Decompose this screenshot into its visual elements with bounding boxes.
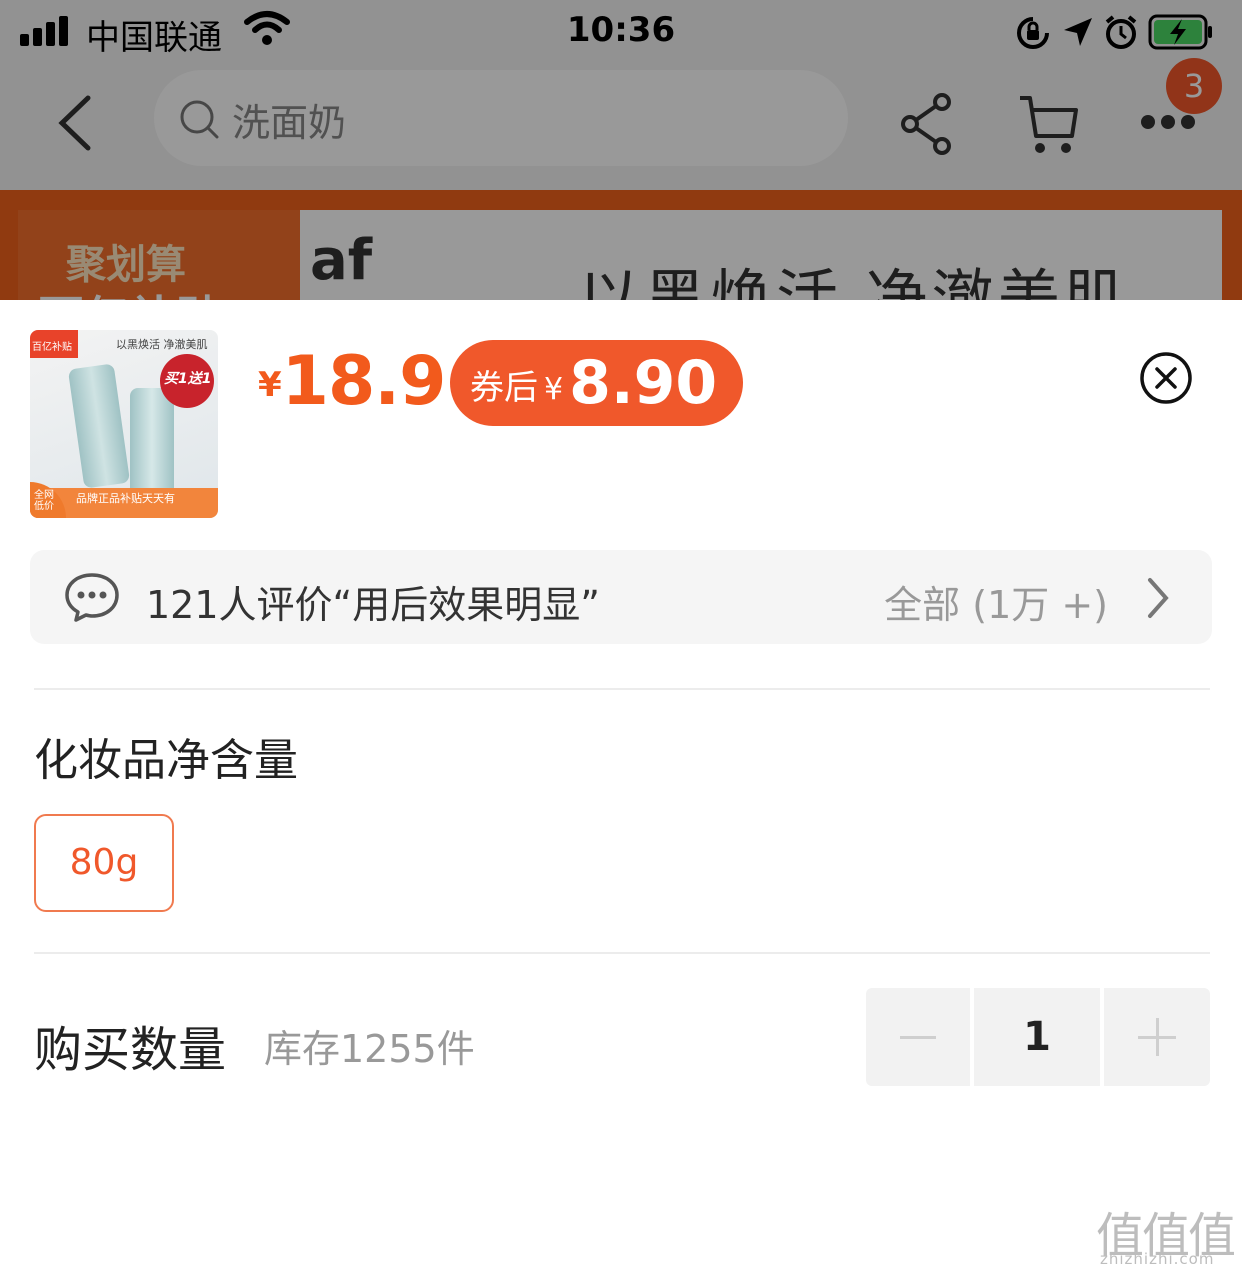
product-thumbnail[interactable]: 百亿补贴 以黑焕活 净澈美肌 买1送1 品牌正品补贴天天有 全网低价 [30, 330, 218, 518]
watermark-url: zhizhizhi.com [1100, 1250, 1215, 1268]
chevron-right-icon [1148, 578, 1169, 618]
minus-icon [900, 1036, 936, 1039]
product-tube-image [130, 388, 174, 496]
modal-overlay[interactable] [0, 0, 1242, 300]
increment-button[interactable] [1104, 988, 1210, 1086]
divider [34, 688, 1210, 690]
price: ¥18.9 [258, 342, 447, 421]
coupon-price-badge: 券后 ¥8.90 [450, 340, 744, 426]
review-summary-bar[interactable]: 121人评价“用后效果明显” 全部 (1万 +) [30, 550, 1212, 644]
product-tube-image [67, 363, 131, 489]
coupon-currency: ¥ [544, 372, 564, 407]
stock-count: 库存1255件 [264, 1027, 475, 1071]
quantity-title: 购买数量 [34, 1022, 227, 1078]
thumbnail-corner-text: 全网低价 [34, 490, 54, 512]
coupon-price: 8.90 [569, 348, 718, 418]
sku-bottom-sheet: 百亿补贴 以黑焕活 净澈美肌 买1送1 品牌正品补贴天天有 全网低价 ¥18.9… [0, 300, 1242, 1278]
spec-title: 化妆品净含量 [34, 735, 298, 786]
quantity-stepper: 1 [866, 988, 1210, 1086]
review-all-link[interactable]: 全部 (1万 +) [884, 574, 1108, 629]
plus-icon [1156, 1018, 1159, 1056]
watermark: 值值值 zhizhizhi.com [1094, 1196, 1236, 1274]
review-summary-text: 121人评价“用后效果明显” [146, 583, 600, 627]
close-icon[interactable] [1138, 350, 1194, 406]
price-value: 18.9 [281, 342, 447, 421]
thumbnail-strip-text: 品牌正品补贴天天有 [76, 492, 175, 505]
decrement-button[interactable] [866, 988, 970, 1086]
coupon-label: 券后 [470, 368, 538, 408]
spec-option-80g[interactable]: 80g [34, 814, 174, 912]
thumbnail-tag: 百亿补贴 [30, 330, 78, 358]
thumbnail-slogan: 以黑焕活 净澈美肌 [116, 338, 208, 351]
background-page: 中国联通 10:36 洗面奶 3 聚划算 af 以黑焕活 净澈美肌 [0, 0, 1242, 300]
quantity-value[interactable]: 1 [974, 988, 1100, 1086]
thumbnail-promo: 买1送1 [164, 371, 212, 387]
chat-bubble-icon [65, 573, 119, 622]
price-currency: ¥ [258, 365, 282, 405]
divider [34, 952, 1210, 954]
